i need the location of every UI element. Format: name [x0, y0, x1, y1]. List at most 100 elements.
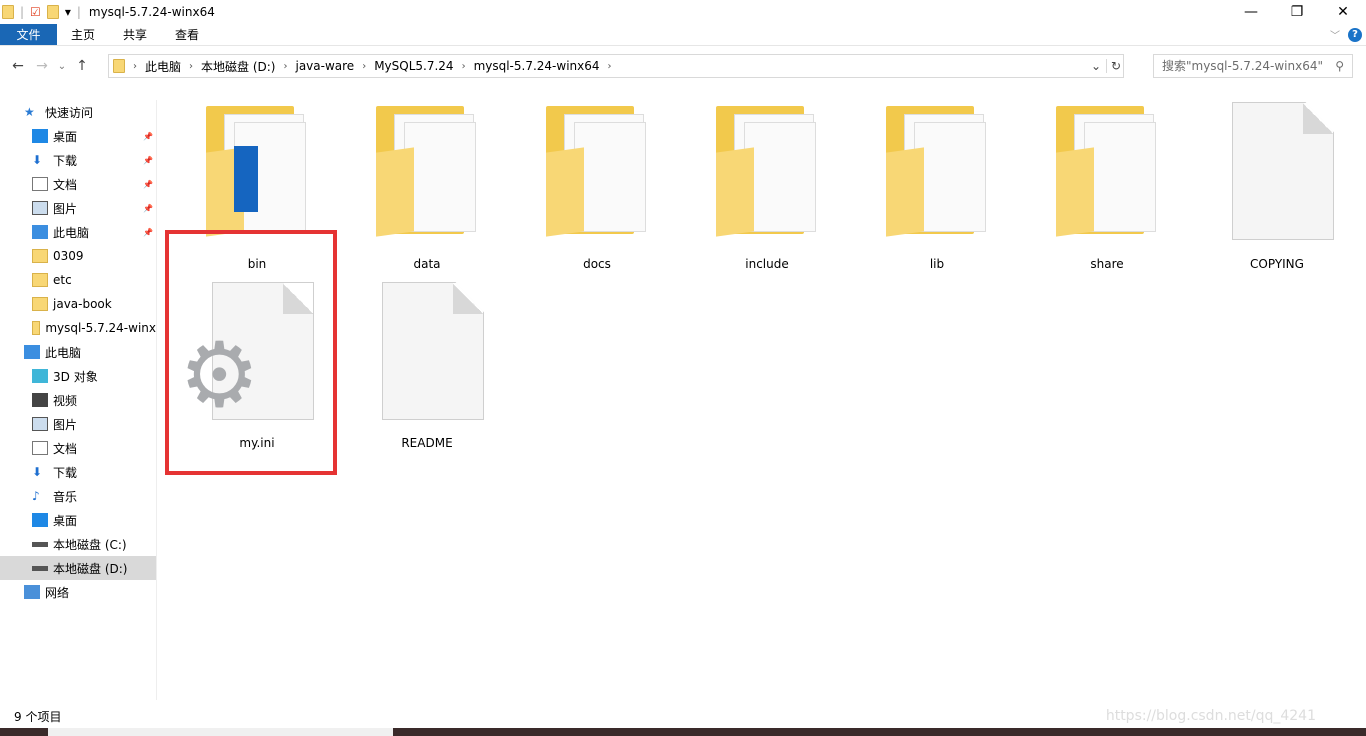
folder-icon: [1056, 100, 1156, 237]
sidebar-item-label: 图片: [53, 201, 78, 216]
sidebar-item[interactable]: 视频: [0, 388, 156, 412]
recent-locations-button[interactable]: ⌄: [54, 61, 70, 72]
search-icon: ⚲: [1335, 59, 1344, 73]
file-item[interactable]: lib: [872, 100, 1002, 271]
sidebar-item-label: 本地磁盘 (C:): [53, 537, 127, 552]
sidebar-item[interactable]: ♪ 音乐: [0, 484, 156, 508]
pin-icon[interactable]: 📌: [143, 156, 153, 165]
tab-share[interactable]: 共享: [109, 24, 161, 45]
sidebar-item[interactable]: 此电脑 📌: [0, 220, 156, 244]
breadcrumb-this-pc[interactable]: 此电脑: [145, 58, 181, 75]
tab-view[interactable]: 查看: [161, 24, 213, 45]
expand-ribbon-icon[interactable]: ﹀: [1330, 27, 1340, 42]
folder-icon: [376, 100, 476, 237]
folder-icon: [886, 100, 986, 237]
up-button[interactable]: ↑: [70, 58, 94, 74]
sidebar-item-label: 此电脑: [45, 345, 82, 360]
file-item[interactable]: include: [702, 100, 832, 271]
file-name: lib: [929, 257, 945, 271]
file-item[interactable]: COPYING: [1212, 100, 1342, 271]
sidebar-item[interactable]: 本地磁盘 (D:): [0, 556, 156, 580]
sidebar-item[interactable]: ★ 快速访问: [0, 100, 156, 124]
file-name: include: [745, 257, 789, 271]
taskbar: [0, 728, 1366, 736]
address-bar[interactable]: › 此电脑 › 本地磁盘 (D:) › java-ware › MySQL5.7.24…: [108, 54, 1124, 78]
new-folder-icon[interactable]: [46, 5, 59, 19]
download-icon: ⬇: [32, 465, 43, 479]
computer-icon: [32, 225, 48, 239]
folder-icon: [546, 100, 646, 237]
ribbon: 文件 主页 共享 查看 ﹀ ?: [0, 24, 1366, 46]
close-button[interactable]: ✕: [1320, 0, 1366, 24]
navigation-pane: ★ 快速访问 桌面 📌 ⬇ 下载 📌 文档 📌 图片 📌 此电脑 📌 0309 etc java-book my…: [0, 100, 157, 700]
search-input[interactable]: 搜索"mysql-5.7.24-winx64" ⚲: [1153, 54, 1353, 78]
sidebar-item-label: 本地磁盘 (D:): [53, 561, 128, 576]
pin-icon[interactable]: 📌: [143, 228, 153, 237]
breadcrumb-mysql[interactable]: MySQL5.7.24: [374, 59, 453, 73]
file-item[interactable]: docs: [532, 100, 662, 271]
drive-icon: [32, 541, 48, 547]
sidebar-item-label: 视频: [53, 393, 78, 408]
sidebar-item-label: 桌面: [53, 513, 78, 528]
properties-icon[interactable]: ☑: [30, 5, 41, 19]
computer-icon: [24, 345, 40, 359]
sidebar-item-label: 网络: [45, 585, 70, 600]
help-icon[interactable]: ?: [1348, 28, 1362, 42]
sidebar-item[interactable]: 网络: [0, 580, 156, 604]
customize-toolbar-icon[interactable]: ▾: [65, 5, 71, 19]
address-dropdown-icon[interactable]: ⌄: [1091, 59, 1101, 73]
file-icon: [382, 282, 484, 420]
tab-file[interactable]: 文件: [0, 24, 57, 45]
watermark: https://blog.csdn.net/qq_4241: [1105, 708, 1316, 724]
navigation-bar: ← → ⌄ ↑ › 此电脑 › 本地磁盘 (D:) › java-ware › MyS…: [0, 52, 1366, 80]
sidebar-item[interactable]: 0309: [0, 244, 156, 268]
sidebar-item[interactable]: 文档 📌: [0, 172, 156, 196]
tab-home[interactable]: 主页: [57, 24, 109, 45]
cube-icon: [32, 369, 48, 383]
file-name: COPYING: [1250, 257, 1304, 271]
video-icon: [32, 393, 48, 407]
sidebar-item-label: 快速访问: [45, 105, 94, 120]
sidebar-item[interactable]: 3D 对象: [0, 364, 156, 388]
back-button[interactable]: ←: [6, 58, 30, 74]
sidebar-item[interactable]: etc: [0, 268, 156, 292]
refresh-icon[interactable]: ↻: [1105, 59, 1121, 73]
sidebar-item[interactable]: 此电脑: [0, 340, 156, 364]
sidebar-item[interactable]: 文档: [0, 436, 156, 460]
sidebar-item[interactable]: 本地磁盘 (C:): [0, 532, 156, 556]
forward-button[interactable]: →: [30, 58, 54, 74]
pin-icon[interactable]: 📌: [143, 180, 153, 189]
sidebar-item[interactable]: mysql-5.7.24-winx: [0, 316, 156, 340]
sidebar-item-label: mysql-5.7.24-winx: [45, 321, 156, 335]
breadcrumb-current[interactable]: mysql-5.7.24-winx64: [474, 59, 600, 73]
sidebar-item[interactable]: 图片: [0, 412, 156, 436]
item-count: 9 个项目: [14, 710, 62, 724]
desktop-icon: [32, 513, 48, 527]
file-item[interactable]: data: [362, 100, 492, 271]
file-item[interactable]: README: [362, 280, 492, 450]
music-icon: ♪: [32, 489, 40, 503]
sidebar-item[interactable]: java-book: [0, 292, 156, 316]
maximize-button[interactable]: ❐: [1274, 0, 1320, 24]
breadcrumb-drive-d[interactable]: 本地磁盘 (D:): [201, 58, 275, 75]
sidebar-item[interactable]: 图片 📌: [0, 196, 156, 220]
file-item[interactable]: share: [1042, 100, 1172, 271]
pin-icon[interactable]: 📌: [143, 132, 153, 141]
sidebar-item[interactable]: ⬇ 下载 📌: [0, 148, 156, 172]
breadcrumb-java-ware[interactable]: java-ware: [295, 59, 354, 73]
folder-icon: [32, 273, 48, 287]
sidebar-item[interactable]: 桌面 📌: [0, 124, 156, 148]
sidebar-item[interactable]: 桌面: [0, 508, 156, 532]
sidebar-item-label: 图片: [53, 417, 78, 432]
file-icon: [1232, 102, 1334, 240]
pin-icon[interactable]: 📌: [143, 204, 153, 213]
folder-icon: [113, 59, 125, 73]
sidebar-item[interactable]: ⬇ 下载: [0, 460, 156, 484]
sidebar-item-label: 下载: [53, 465, 78, 480]
file-name: README: [401, 436, 453, 450]
minimize-button[interactable]: —: [1228, 0, 1274, 24]
file-name: docs: [583, 257, 611, 271]
document-icon: [32, 441, 48, 455]
download-icon: ⬇: [32, 153, 43, 167]
picture-icon: [32, 201, 48, 215]
